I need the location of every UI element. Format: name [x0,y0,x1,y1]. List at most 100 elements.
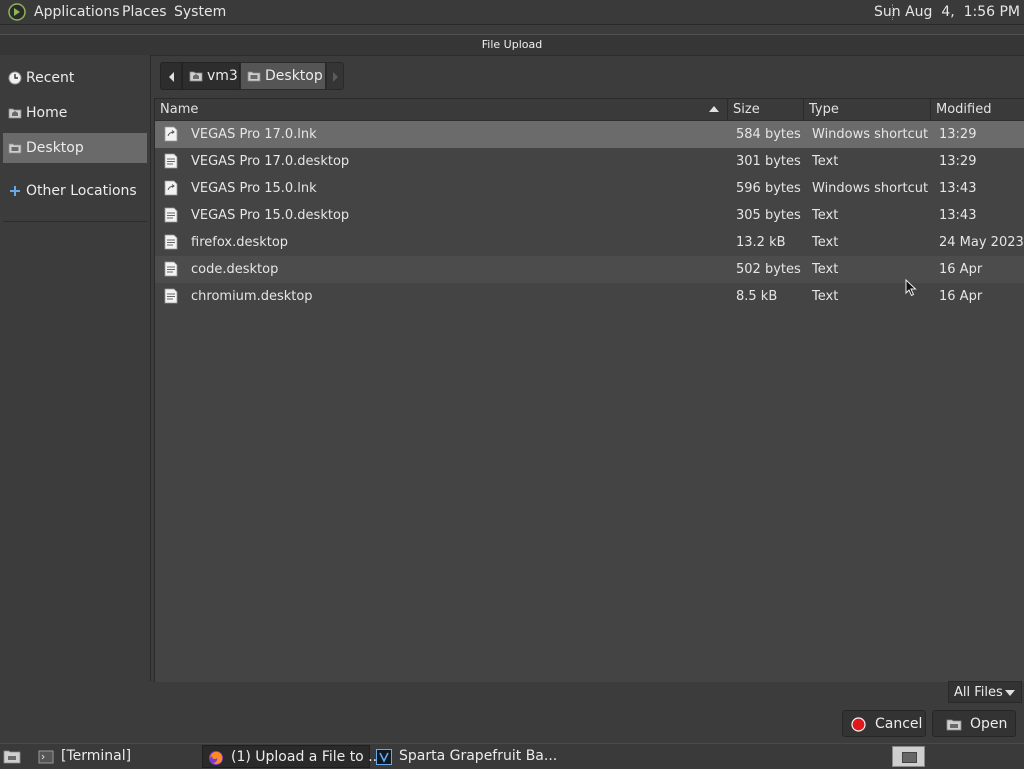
file-type: Windows shortcut [812,181,929,196]
text-file-icon [164,288,178,304]
column-label: Size [733,102,760,117]
file-row[interactable]: firefox.desktop 13.2 kB Text 24 May 2023 [155,229,1024,256]
open-label: Open [970,716,1008,732]
file-type: Text [812,289,839,304]
file-filter-value: All Files [954,685,1003,700]
open-button[interactable]: Open [932,710,1016,737]
show-desktop-icon[interactable] [3,749,21,764]
file-type: Text [812,154,839,169]
dialog-title: File Upload [481,38,543,51]
file-size: 8.5 kB [736,289,778,304]
file-row[interactable]: VEGAS Pro 17.0.lnk 584 bytes Windows sho… [155,121,1024,148]
file-type: Windows shortcut [812,127,929,142]
file-modified: 16 Apr [939,262,983,277]
home-folder-icon [8,108,22,119]
file-type: Text [812,208,839,223]
sidebar-item-other-locations[interactable]: Other Locations [3,176,147,206]
path-segment-desktop[interactable]: Desktop [240,62,326,90]
sidebar-item-recent[interactable]: Recent [3,63,147,93]
cancel-button[interactable]: Cancel [842,710,926,737]
column-size-header[interactable]: Size [728,99,804,120]
workspace-window-icon [902,752,917,763]
task-label: [Terminal] [61,748,132,764]
file-type: Text [812,262,839,277]
file-modified: 13:43 [939,208,977,223]
file-name: VEGAS Pro 17.0.desktop [191,154,350,169]
file-rows: VEGAS Pro 17.0.lnk 584 bytes Windows sho… [155,121,1024,310]
places-sidebar: Recent Home Desktop Other Locations [0,55,151,681]
file-size: 502 bytes [736,262,801,277]
task-label: (1) Upload a File to ... [231,749,382,765]
applications-menu[interactable]: Applications [34,4,120,20]
file-type: Text [812,235,839,250]
mouse-pointer-icon [905,279,917,297]
column-label: Modified [936,102,992,117]
column-modified-header[interactable]: Modified [931,99,1024,120]
terminal-icon [38,750,54,764]
file-size: 305 bytes [736,208,801,223]
shortcut-file-icon [164,180,178,196]
sidebar-divider [3,221,147,222]
column-name-header[interactable]: Name [155,99,728,120]
path-forward-button[interactable] [326,62,344,90]
places-menu[interactable]: Places [122,4,167,20]
file-size: 13.2 kB [736,235,786,250]
task-label: Sparta Grapefruit Ba... [399,748,558,764]
dialog-titlebar[interactable]: File Upload [0,34,1024,56]
file-filter-dropdown[interactable]: All Files [948,681,1022,703]
sort-ascending-icon [709,106,719,112]
file-name: code.desktop [191,262,279,277]
file-name: chromium.desktop [191,289,313,304]
file-modified: 13:29 [939,127,977,142]
file-name: VEGAS Pro 15.0.lnk [191,181,317,196]
file-row[interactable]: VEGAS Pro 15.0.lnk 596 bytes Windows sho… [155,175,1024,202]
plus-icon [10,186,20,196]
column-label: Type [809,102,839,117]
file-size: 301 bytes [736,154,801,169]
file-modified: 16 Apr [939,289,983,304]
chevron-down-icon [1005,690,1015,696]
desktop-folder-icon [8,143,22,154]
sidebar-item-label: Recent [26,70,75,86]
file-name: VEGAS Pro 17.0.lnk [191,127,317,142]
system-menu[interactable]: System [174,4,226,20]
workspace-switcher[interactable] [892,746,925,767]
file-row[interactable]: code.desktop 502 bytes Text 16 Apr [155,256,1024,283]
column-type-header[interactable]: Type [804,99,931,120]
file-list[interactable]: Name Size Type Modified VEGAS Pro 17.0.l… [154,98,1024,682]
firefox-icon [209,751,223,765]
clock[interactable]: Sun Aug 4, 1:56 PM [874,4,1020,20]
sidebar-item-desktop[interactable]: Desktop [3,133,147,163]
text-file-icon [164,153,178,169]
taskbar-item-terminal[interactable]: [Terminal] [33,745,201,768]
cancel-label: Cancel [875,716,923,732]
open-folder-icon [946,719,962,731]
file-row[interactable]: VEGAS Pro 17.0.desktop 301 bytes Text 13… [155,148,1024,175]
taskbar-item-vegas[interactable]: Sparta Grapefruit Ba... [371,745,557,768]
path-back-button[interactable] [160,62,182,90]
file-row[interactable]: chromium.desktop 8.5 kB Text 16 Apr [155,283,1024,310]
shortcut-file-icon [164,126,178,142]
file-name: VEGAS Pro 15.0.desktop [191,208,350,223]
vegas-icon [376,749,392,765]
sidebar-item-label: Desktop [26,140,84,156]
file-row[interactable]: VEGAS Pro 15.0.desktop 305 bytes Text 13… [155,202,1024,229]
column-label: Name [160,102,199,117]
sidebar-item-label: Other Locations [26,183,137,199]
recent-icon [8,71,22,85]
column-header: Name Size Type Modified [155,99,1024,121]
path-segment-label: Desktop [265,68,323,84]
text-file-icon [164,234,178,250]
mate-logo-icon[interactable] [8,3,26,21]
path-segment-vm3[interactable]: vm3 [182,62,240,90]
taskbar-item-firefox[interactable]: (1) Upload a File to ... [202,745,382,768]
taskbar: [Terminal] (1) Upload a File to ... Spar… [0,743,1024,769]
path-segment-label: vm3 [207,68,238,84]
file-size: 584 bytes [736,127,801,142]
sidebar-item-home[interactable]: Home [3,98,147,128]
top-panel: Applications Places System Sun Aug 4, 1:… [0,0,1024,25]
file-modified: 13:29 [939,154,977,169]
desktop-folder-icon [247,71,261,82]
text-file-icon [164,207,178,223]
cancel-icon [851,717,866,732]
